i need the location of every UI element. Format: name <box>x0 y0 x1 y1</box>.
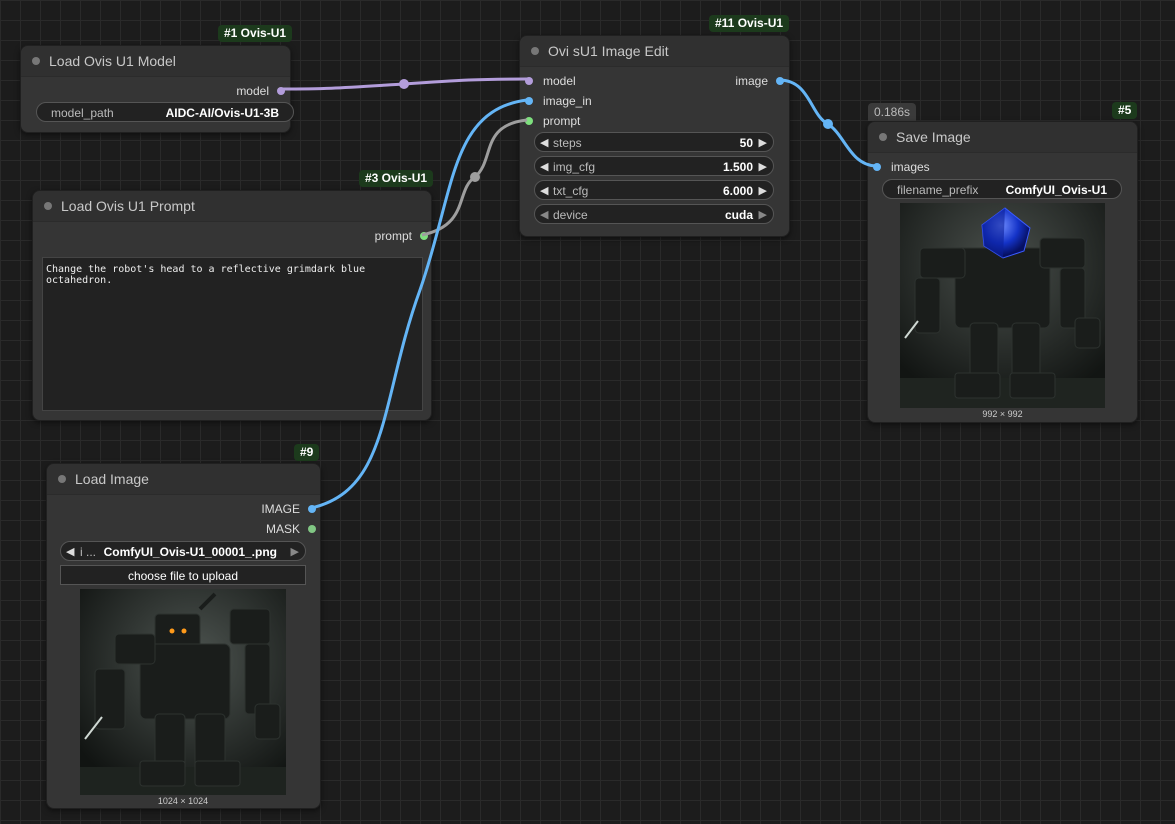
prompt-textarea[interactable]: Change the robot's head to a reflective … <box>42 257 423 411</box>
node-title[interactable]: Load Ovis U1 Prompt <box>33 191 431 222</box>
increment-arrow-icon[interactable]: ▶ <box>759 157 767 177</box>
filename-prefix-widget[interactable]: filename_prefix ComfyUI_Ovis-U1 <box>882 179 1122 199</box>
output-slot-label: image <box>735 74 768 88</box>
widget-label: i ... <box>80 545 97 559</box>
decrement-arrow-icon[interactable]: ◀ <box>540 205 548 225</box>
input-slot-prompt[interactable]: prompt <box>525 113 580 129</box>
node-id-badge: #3 Ovis-U1 <box>359 170 434 187</box>
slot-dot-icon[interactable] <box>277 87 285 95</box>
execution-time-badge: 0.186s <box>868 103 917 121</box>
img-cfg-widget[interactable]: ◀ img_cfg 1.500 ▶ <box>534 156 774 176</box>
widget-value: cuda <box>724 208 753 222</box>
increment-arrow-icon[interactable]: ▶ <box>759 181 767 201</box>
input-slot-images[interactable]: images <box>873 159 930 175</box>
node-title-text: Ovi sU1 Image Edit <box>548 43 669 59</box>
collapse-dot-icon[interactable] <box>44 202 52 210</box>
collapse-dot-icon[interactable] <box>32 57 40 65</box>
output-slot-label: prompt <box>374 229 412 243</box>
slot-dot-icon[interactable] <box>525 117 533 125</box>
widget-value: ComfyUI_Ovis-U1 <box>1005 183 1107 197</box>
slot-dot-icon[interactable] <box>776 77 784 85</box>
device-widget[interactable]: ◀ device cuda ▶ <box>534 204 774 224</box>
input-slot-image-in[interactable]: image_in <box>525 93 592 109</box>
input-image-preview[interactable] <box>80 589 286 795</box>
decrement-arrow-icon[interactable]: ◀ <box>540 157 548 177</box>
input-slot-label: prompt <box>543 114 581 128</box>
prev-arrow-icon[interactable]: ◀ <box>66 542 74 562</box>
node-title-text: Save Image <box>896 129 971 145</box>
node-title[interactable]: Load Ovis U1 Model <box>21 46 290 77</box>
slot-dot-icon[interactable] <box>525 97 533 105</box>
widget-value: 1.500 <box>722 160 753 174</box>
steps-widget[interactable]: ◀ steps 50 ▶ <box>534 132 774 152</box>
image-size-caption: 992 × 992 <box>982 409 1023 419</box>
slot-dot-icon[interactable] <box>525 77 533 85</box>
node-id-badge: #11 Ovis-U1 <box>709 15 790 32</box>
slot-dot-icon[interactable] <box>308 505 316 513</box>
output-slot-label: MASK <box>265 522 300 536</box>
robot-blue-head-image <box>900 203 1105 408</box>
collapse-dot-icon[interactable] <box>58 475 66 483</box>
robot-original-image <box>80 589 286 795</box>
node-title-text: Load Image <box>75 471 149 487</box>
decrement-arrow-icon[interactable]: ◀ <box>540 133 548 153</box>
txt-cfg-widget[interactable]: ◀ txt_cfg 6.000 ▶ <box>534 180 774 200</box>
wire-model[interactable] <box>279 77 528 91</box>
output-slot-label: model <box>236 84 269 98</box>
widget-label: steps <box>553 136 582 150</box>
slot-dot-icon[interactable] <box>308 525 316 533</box>
output-slot-model[interactable]: model <box>236 83 285 99</box>
output-slot-image[interactable]: image <box>735 73 784 89</box>
model-path-widget[interactable]: model_path AIDC-AI/Ovis-U1-3B <box>36 102 294 122</box>
widget-label: txt_cfg <box>553 184 589 198</box>
wire-model-midpoint[interactable] <box>399 79 409 89</box>
node-title-text: Load Ovis U1 Model <box>49 53 176 69</box>
node-id-badge: #5 <box>1112 102 1138 119</box>
node-title[interactable]: Load Image <box>47 464 320 495</box>
widget-value: ComfyUI_Ovis-U1_00001_.png <box>103 545 277 559</box>
output-image-preview[interactable] <box>900 203 1105 408</box>
node-title[interactable]: Ovi sU1 Image Edit <box>520 36 789 67</box>
widget-label: model_path <box>51 106 114 120</box>
node-title[interactable]: Save Image <box>868 122 1137 153</box>
input-slot-label: images <box>891 160 930 174</box>
decrement-arrow-icon[interactable]: ◀ <box>540 181 548 201</box>
widget-label: img_cfg <box>553 160 596 174</box>
widget-value: 6.000 <box>722 184 753 198</box>
widget-value: 50 <box>739 136 753 150</box>
node-id-badge: #1 Ovis-U1 <box>218 25 293 42</box>
collapse-dot-icon[interactable] <box>879 133 887 141</box>
wire-prompt-midpoint[interactable] <box>470 172 480 182</box>
upload-button[interactable]: choose file to upload <box>60 565 306 585</box>
widget-label: device <box>553 208 588 222</box>
node-title-text: Load Ovis U1 Prompt <box>61 198 195 214</box>
next-arrow-icon[interactable]: ▶ <box>291 542 299 562</box>
save-image-node[interactable]: Save Image images filename_prefix ComfyU… <box>867 121 1138 423</box>
increment-arrow-icon[interactable]: ▶ <box>759 205 767 225</box>
image-size-caption: 1024 × 1024 <box>157 796 209 806</box>
increment-arrow-icon[interactable]: ▶ <box>759 133 767 153</box>
widget-value: AIDC-AI/Ovis-U1-3B <box>165 106 279 120</box>
output-slot-image[interactable]: IMAGE <box>261 501 316 517</box>
load-prompt-node[interactable]: Load Ovis U1 Prompt prompt Change the ro… <box>32 190 432 421</box>
output-slot-label: IMAGE <box>261 502 300 516</box>
slot-dot-icon[interactable] <box>420 232 428 240</box>
output-slot-prompt[interactable]: prompt <box>375 228 428 244</box>
load-model-node[interactable]: Load Ovis U1 Model model model_path AIDC… <box>20 45 294 133</box>
slot-dot-icon[interactable] <box>873 163 881 171</box>
wire-image-out[interactable] <box>778 78 877 168</box>
image-edit-node[interactable]: Ovi sU1 Image Edit model image_in prompt… <box>519 35 790 237</box>
wire-prompt[interactable] <box>421 118 528 237</box>
input-slot-label: model <box>543 74 576 88</box>
input-slot-label: image_in <box>543 94 592 108</box>
collapse-dot-icon[interactable] <box>531 47 539 55</box>
wire-image-out-midpoint[interactable] <box>823 119 833 129</box>
widget-label: filename_prefix <box>897 183 979 197</box>
output-slot-mask[interactable]: MASK <box>266 521 316 537</box>
load-image-node[interactable]: Load Image IMAGE MASK ◀ i ... ComfyUI_Ov… <box>46 463 321 809</box>
image-file-combo[interactable]: ◀ i ... ComfyUI_Ovis-U1_00001_.png ▶ <box>60 541 306 561</box>
node-id-badge: #9 <box>294 444 320 461</box>
input-slot-model[interactable]: model <box>525 73 576 89</box>
